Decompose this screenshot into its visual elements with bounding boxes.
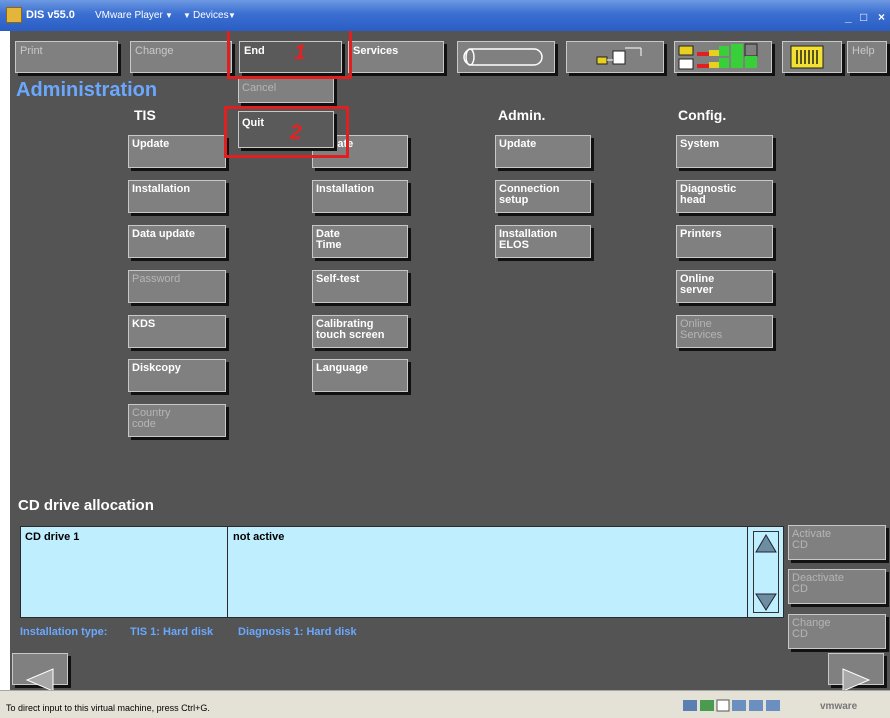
previous-page-button[interactable] [12,653,68,690]
date-time-button[interactable]: Date Time [312,225,408,258]
chevron-down-icon: ▼ [228,11,236,20]
admin-update-button[interactable]: Update [495,135,591,168]
battery-icon [790,45,824,69]
services-button[interactable]: Services [348,41,444,73]
cd-table-scrollbar[interactable] [753,531,779,613]
cd-drive-table[interactable]: CD drive 1 not active [20,526,784,618]
language-button[interactable]: Language [312,359,408,392]
network-status-button[interactable] [566,41,664,73]
tis-password-button[interactable]: Password [128,270,226,303]
column-heading-admin: Admin. [498,107,546,123]
tis-country-code-button[interactable]: Country code [128,404,226,437]
network-icon [596,47,642,65]
installation-tis-value: TIS 1: Hard disk [130,626,214,638]
config-system-button[interactable]: System [676,135,773,168]
column-divider [747,527,748,617]
device-icons[interactable] [683,699,783,713]
next-page-button[interactable] [828,653,884,690]
annotation-box-1 [227,31,352,79]
change-button[interactable]: Change [130,41,232,73]
chevron-down-icon: ▼ [165,11,173,20]
diagnostic-head-button[interactable]: Diagnostic head [676,180,773,213]
annotation-number-1: 1 [294,41,306,64]
self-test-button[interactable]: Self-test [312,270,408,303]
cylinder-icon [463,48,543,66]
cd-drive-status-button[interactable] [457,41,555,73]
status-hint: To direct input to this virtual machine,… [6,703,210,713]
column-heading-config: Config. [678,107,727,123]
change-cd-button[interactable]: Change CD [788,614,886,649]
calibrating-touch-screen-button[interactable]: Calibrating touch screen [312,315,408,348]
window-titlebar: DIS v55.0 VMware Player ▼ ▼ Devices ▼ _ … [0,0,890,31]
tis-update-button[interactable]: Update [128,135,226,168]
battery-status-button[interactable] [782,41,842,73]
diagnosis-installation-button[interactable]: Installation [312,180,408,213]
activate-cd-button[interactable]: Activate CD [788,525,886,560]
vmware-statusbar: To direct input to this virtual machine,… [0,690,890,718]
cd-section-heading: CD drive allocation [18,497,154,514]
column-divider [227,527,228,617]
annotation-box-2 [224,106,349,158]
cd-drive-status[interactable]: not active [233,531,284,543]
annotation-number-2: 2 [290,121,302,144]
arrow-right-icon [842,668,871,690]
app-icon [6,7,22,23]
minimize-button[interactable]: _ [845,10,852,24]
vmware-logo: vmware [820,701,858,712]
installation-diagnosis-value: Diagnosis 1: Hard disk [238,626,357,638]
page-title: Administration [16,79,158,101]
tis-installation-button[interactable]: Installation [128,180,226,213]
installation-type-label: Installation type: [20,626,108,638]
window-title: DIS v55.0 [26,9,75,21]
dis-application: Print Change End Services Help Administr… [10,31,890,690]
installation-elos-button[interactable]: Installation ELOS [495,225,591,258]
print-button[interactable]: Print [15,41,118,73]
close-button[interactable]: × [878,10,885,24]
chevron-down-icon: ▼ [183,11,191,20]
online-server-button[interactable]: Online server [676,270,773,303]
arrow-left-icon [25,668,54,690]
scroll-arrows-icon [755,534,777,611]
tis-data-update-button[interactable]: Data update [128,225,226,258]
connection-status-icon [678,43,758,70]
connection-status-button[interactable] [674,41,772,73]
cd-drive-name[interactable]: CD drive 1 [25,531,79,543]
help-button[interactable]: Help [847,41,887,73]
dropdown-cancel-item[interactable]: Cancel [238,76,334,103]
menu-vmware-player[interactable]: VMware Player [95,10,163,21]
connection-setup-button[interactable]: Connection setup [495,180,591,213]
column-heading-tis: TIS [134,107,156,123]
online-services-button[interactable]: Online Services [676,315,773,348]
menu-devices[interactable]: Devices [193,10,229,21]
printers-button[interactable]: Printers [676,225,773,258]
deactivate-cd-button[interactable]: Deactivate CD [788,569,886,604]
tis-kds-button[interactable]: KDS [128,315,226,348]
maximize-button[interactable]: □ [860,10,867,24]
tis-diskcopy-button[interactable]: Diskcopy [128,359,226,392]
